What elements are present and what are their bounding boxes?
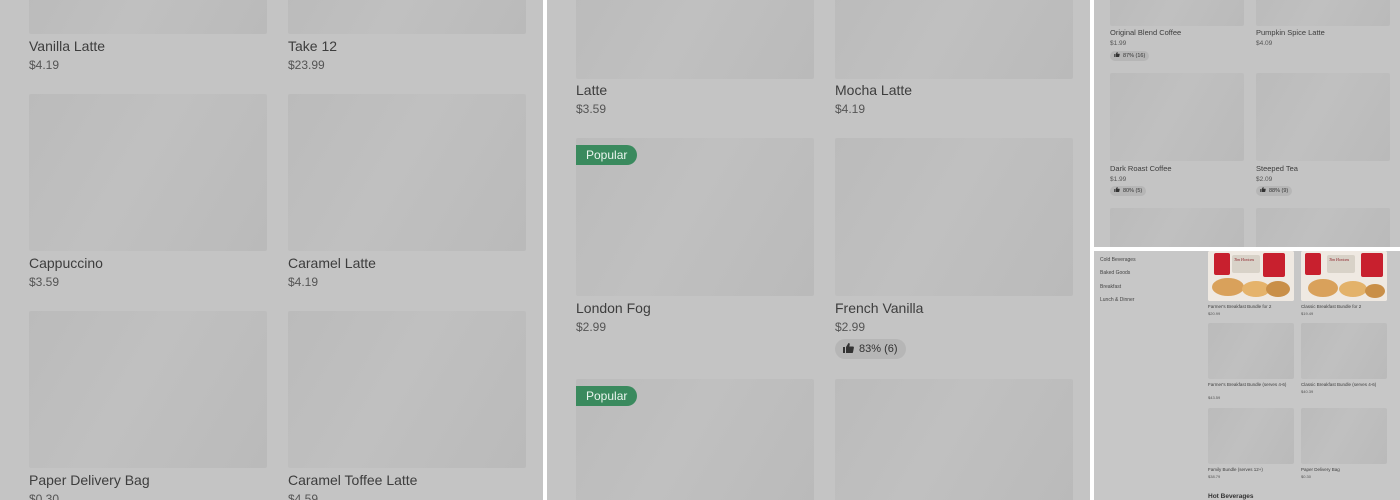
- item-image-placeholder: [1256, 73, 1390, 161]
- item-name: Caramel Latte: [288, 255, 376, 271]
- item-image-placeholder: [1208, 408, 1294, 464]
- item-name: Latte: [576, 82, 608, 98]
- item-price: $20.99: [1208, 311, 1221, 316]
- item-name: Family Bundle (serves 12+): [1208, 467, 1263, 472]
- item-image-placeholder: [576, 0, 814, 79]
- item-image-placeholder: [1301, 323, 1387, 379]
- item-name: Caramel Toffee Latte: [288, 472, 418, 488]
- menu-panel-3: Original Blend Coffee $1.99 87% (16) Pum…: [1094, 0, 1400, 247]
- rating-value: 88% (9): [1269, 188, 1289, 194]
- nav-item-cold-beverages[interactable]: Cold Beverages: [1100, 257, 1136, 263]
- popular-badge: Popular: [576, 386, 638, 406]
- item-name: Paper Delivery Bag: [1301, 467, 1340, 472]
- item-image-placeholder: [29, 0, 267, 34]
- thumbs-up-icon: [1114, 52, 1120, 57]
- item-price: $2.99: [576, 320, 607, 334]
- item-price: $2.99: [835, 320, 866, 334]
- rating-value: 87% (16): [1123, 53, 1146, 59]
- item-name: Paper Delivery Bag: [29, 472, 150, 488]
- item-image-placeholder: [1256, 208, 1390, 247]
- item-name: French Vanilla: [835, 300, 924, 316]
- item-image-placeholder: [288, 0, 526, 34]
- thumbs-up-icon: [843, 343, 854, 353]
- item-name: Vanilla Latte: [29, 38, 106, 54]
- brand-logo: Tim Hortons: [1329, 257, 1350, 262]
- item-name: Classic Breakfast Bundle for 2: [1301, 304, 1362, 309]
- rating-chip: 87% (16): [1110, 51, 1150, 61]
- item-name: Classic Breakfast Bundle (serves 4-6): [1301, 382, 1377, 387]
- popular-badge: Popular: [576, 145, 638, 165]
- item-price: $4.19: [29, 58, 60, 72]
- item-name: Farmer's Breakfast Bundle (serves 4-6): [1208, 382, 1287, 387]
- item-name: Steeped Tea: [1256, 164, 1298, 173]
- item-image-placeholder: [835, 0, 1073, 79]
- item-name: Take 12: [288, 38, 338, 54]
- rating-chip: 83% (6): [835, 339, 906, 359]
- item-name: Original Blend Coffee: [1110, 28, 1182, 37]
- item-image-placeholder: [1110, 0, 1244, 26]
- item-price: $1.99: [1110, 176, 1127, 183]
- rating-chip: 88% (9): [1256, 186, 1293, 196]
- item-name: London Fog: [576, 300, 651, 316]
- item-name: Cappuccino: [29, 255, 103, 271]
- nav-item-breakfast[interactable]: Breakfast: [1100, 284, 1121, 290]
- item-image-placeholder: [288, 94, 526, 251]
- item-name: Farmer's Breakfast Bundle for 2: [1208, 304, 1272, 309]
- item-price: $38.79: [1208, 474, 1221, 479]
- item-image-placeholder: [1301, 408, 1387, 464]
- thumbs-up-icon: [1260, 187, 1266, 192]
- item-image-placeholder: [288, 311, 526, 468]
- item-name: Mocha Latte: [835, 82, 913, 98]
- rating-value: 80% (5): [1123, 188, 1143, 194]
- item-image-placeholder: [1110, 73, 1244, 161]
- item-price: $2.09: [1256, 176, 1273, 183]
- item-photo: Tim Hortons: [1301, 251, 1387, 301]
- item-photo: Tim Hortons: [1208, 251, 1294, 301]
- item-image-placeholder: [1256, 0, 1390, 26]
- item-image-placeholder: [1208, 323, 1294, 379]
- item-image-placeholder: [29, 311, 267, 468]
- item-image-placeholder: [29, 94, 267, 251]
- menu-panel-2: Latte $3.59 Mocha Latte $4.19 Popular Lo…: [547, 0, 1090, 500]
- section-title: Hot Beverages: [1208, 493, 1254, 500]
- item-price: $40.39: [1301, 389, 1314, 394]
- item-price: $4.19: [288, 275, 319, 289]
- item-price: $4.19: [835, 102, 866, 116]
- item-image-placeholder: [835, 138, 1073, 296]
- rating-chip: 80% (5): [1110, 186, 1147, 196]
- item-name: Dark Roast Coffee: [1110, 164, 1172, 173]
- item-price: $0.30: [1301, 474, 1312, 479]
- item-price: $19.49: [1301, 311, 1314, 316]
- item-price: $3.59: [576, 102, 607, 116]
- menu-panel-1: Vanilla Latte $4.19 Take 12 $23.99 Cappu…: [0, 0, 543, 500]
- item-image-placeholder: [835, 379, 1073, 500]
- menu-panel-4: Cold Beverages Baked Goods Breakfast Lun…: [1094, 251, 1400, 500]
- nav-item-baked-goods[interactable]: Baked Goods: [1100, 270, 1130, 276]
- item-price: $43.59: [1208, 395, 1221, 400]
- rating-value: 83% (6): [859, 343, 898, 355]
- nav-item-lunch-dinner[interactable]: Lunch & Dinner: [1100, 297, 1134, 303]
- item-name: Pumpkin Spice Latte: [1256, 28, 1325, 37]
- item-image-placeholder: [1110, 208, 1244, 247]
- item-price: $0.30: [29, 492, 60, 500]
- item-price: $4.09: [1256, 40, 1273, 47]
- item-price: $1.99: [1110, 40, 1127, 47]
- item-price: $4.59: [288, 492, 319, 500]
- brand-logo: Tim Hortons: [1234, 257, 1255, 262]
- item-price: $23.99: [288, 58, 325, 72]
- item-price: $3.59: [29, 275, 60, 289]
- thumbs-up-icon: [1114, 187, 1120, 192]
